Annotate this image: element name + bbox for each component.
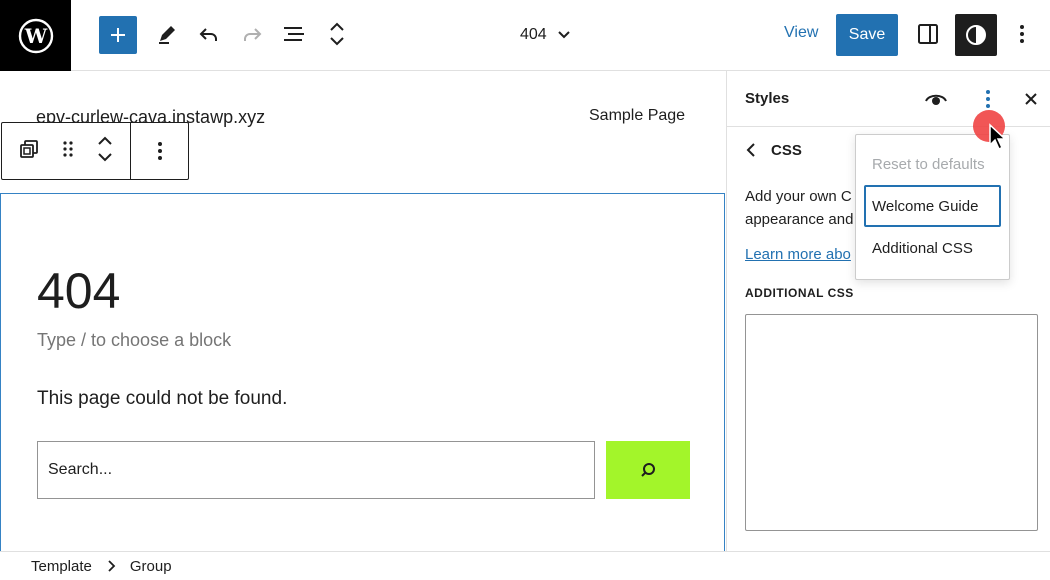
search-icon (641, 463, 655, 477)
editor-top-toolbar: W 404 View Save (0, 0, 1050, 71)
block-options-button[interactable] (131, 123, 188, 179)
breadcrumb-item-group[interactable]: Group (130, 558, 172, 575)
document-title-selector[interactable]: 404 (520, 18, 571, 52)
move-block-buttons[interactable] (96, 133, 114, 170)
css-panel-header: CSS (745, 141, 802, 159)
more-vertical-icon (157, 142, 162, 160)
search-input[interactable]: Search... (37, 441, 595, 499)
additional-css-textarea[interactable] (745, 314, 1038, 531)
list-view-icon (284, 27, 304, 41)
additional-css-label: ADDITIONAL CSS (745, 286, 854, 300)
redo-icon (244, 28, 262, 41)
chevron-up-down-icon (330, 22, 344, 46)
tools-button[interactable] (148, 14, 186, 54)
close-sidebar-button[interactable] (1017, 85, 1045, 113)
list-view-button[interactable] (275, 14, 313, 54)
sidebar-title: Styles (745, 90, 790, 107)
plus-icon (111, 28, 125, 42)
more-vertical-icon (1020, 25, 1024, 43)
close-icon (1025, 93, 1037, 105)
svg-text:W: W (23, 24, 47, 48)
settings-sidebar-toggle[interactable] (909, 14, 947, 54)
styles-toggle-button[interactable] (955, 14, 997, 56)
undo-icon (199, 28, 217, 41)
group-block[interactable]: 404 Type / to choose a block This page c… (0, 193, 725, 553)
drag-handle[interactable] (61, 138, 75, 165)
back-arrow-icon[interactable] (745, 141, 757, 159)
redo-button[interactable] (233, 14, 271, 54)
move-up-down-icon (97, 136, 112, 161)
chevron-right-icon (108, 560, 116, 572)
contrast-icon (966, 25, 986, 45)
sidebar-icon (918, 24, 938, 44)
options-menu-button[interactable] (1003, 14, 1041, 54)
more-vertical-icon (986, 90, 990, 108)
menu-item-additional-css[interactable]: Additional CSS (864, 227, 1001, 269)
menu-item-welcome-guide[interactable]: Welcome Guide (864, 185, 1001, 227)
save-button[interactable]: Save (836, 14, 898, 56)
breadcrumb-item-template[interactable]: Template (31, 558, 92, 575)
block-placeholder[interactable]: Type / to choose a block (37, 330, 231, 351)
document-title: 404 (520, 26, 547, 43)
style-book-button[interactable] (922, 85, 950, 113)
editor-canvas: epv-curlew-cava.instawp.xyz Sample Page … (0, 71, 726, 553)
group-block-icon (20, 139, 39, 158)
nav-item-sample-page[interactable]: Sample Page (589, 107, 685, 125)
eye-icon (925, 94, 947, 105)
drag-handle-icon (63, 140, 73, 157)
mouse-cursor-icon (989, 123, 1007, 151)
not-found-paragraph[interactable]: This page could not be found. (37, 388, 287, 410)
block-type-button[interactable] (18, 138, 40, 165)
pencil-icon (159, 26, 175, 44)
menu-item-reset-to-defaults[interactable]: Reset to defaults (864, 143, 1001, 185)
learn-more-link[interactable]: Learn more abo (745, 246, 851, 263)
navigation-arrows-button[interactable] (318, 14, 356, 54)
styles-more-button[interactable] (974, 85, 1002, 113)
view-link[interactable]: View (784, 24, 818, 42)
styles-options-dropdown: Reset to defaults Welcome Guide Addition… (855, 134, 1010, 280)
chevron-down-icon (557, 31, 570, 39)
search-button[interactable] (606, 441, 690, 499)
wordpress-logo-icon[interactable]: W (0, 0, 71, 71)
add-block-button[interactable] (99, 16, 137, 54)
breadcrumb: Template Group (0, 551, 1050, 580)
undo-button[interactable] (190, 14, 228, 54)
heading-404[interactable]: 404 (37, 262, 120, 320)
block-toolbar (1, 122, 189, 180)
css-panel-title: CSS (771, 141, 802, 159)
